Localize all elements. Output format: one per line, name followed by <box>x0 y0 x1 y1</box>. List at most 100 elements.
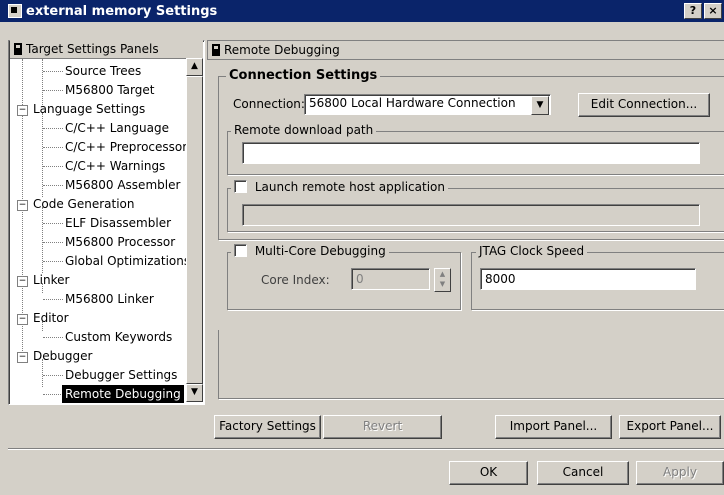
window-menu-icon[interactable] <box>8 4 22 18</box>
launch-host-label: Launch remote host application <box>254 180 445 194</box>
import-panel-button[interactable]: Import Panel... <box>495 415 612 439</box>
download-path-title: Remote download path <box>231 123 377 137</box>
tree-line <box>43 71 63 72</box>
tree-item-label: M56800 Linker <box>65 292 154 306</box>
export-panel-button[interactable]: Export Panel... <box>619 415 721 439</box>
tree-item-label: Editor <box>33 311 69 325</box>
panel-icon <box>14 43 22 55</box>
collapse-editor-icon[interactable]: − <box>17 314 28 325</box>
scroll-thumb[interactable] <box>186 76 203 384</box>
tree-line <box>43 375 63 376</box>
factory-settings-button[interactable]: Factory Settings <box>214 415 321 439</box>
tree-item-label: Global Optimizations <box>65 254 191 268</box>
tree-line <box>43 337 63 338</box>
tree-item-debugger-settings[interactable]: Debugger Settings <box>65 366 177 384</box>
tree-line <box>42 207 43 273</box>
tree-line <box>43 90 63 91</box>
tree-item-label: C/C++ Language <box>65 121 169 135</box>
multicore-checkbox[interactable] <box>234 244 247 257</box>
content-border <box>218 330 724 399</box>
connection-label: Connection: <box>233 97 305 111</box>
tree-item-m56800-processor[interactable]: M56800 Processor <box>65 233 175 251</box>
tree-line <box>43 185 63 186</box>
tree-item-m56800-assembler[interactable]: M56800 Assembler <box>65 176 180 194</box>
tree-item-label: Language Settings <box>33 102 146 116</box>
collapse-code-generation-icon[interactable]: − <box>17 200 28 211</box>
tree-item-editor[interactable]: Editor <box>33 309 69 327</box>
tree-line <box>43 242 63 243</box>
panel-icon <box>212 44 220 56</box>
cancel-button[interactable]: Cancel <box>537 461 629 485</box>
tree-item-c-cpp-warnings[interactable]: C/C++ Warnings <box>65 157 165 175</box>
close-button[interactable]: × <box>704 3 722 19</box>
tree-item-debugger[interactable]: Debugger <box>33 347 92 365</box>
tree-item-label: Custom Keywords <box>65 330 173 344</box>
jtag-clock-input[interactable]: 8000 <box>480 268 696 290</box>
tree-line <box>43 147 63 148</box>
scroll-down-icon[interactable]: ▼ <box>186 384 203 402</box>
tree-line <box>43 223 63 224</box>
apply-button[interactable]: Apply <box>636 461 724 485</box>
tree-item-label: C/C++ Warnings <box>65 159 166 173</box>
connection-settings-title: Connection Settings <box>226 68 381 83</box>
launch-host-input <box>242 204 700 226</box>
scroll-up-icon[interactable]: ▲ <box>186 58 203 76</box>
tree-item-label: M56800 Assembler <box>65 178 181 192</box>
chevron-down-icon[interactable]: ▼ <box>531 96 549 115</box>
ok-button[interactable]: OK <box>449 461 528 485</box>
launch-host-checkbox[interactable] <box>234 180 247 193</box>
tree-item-label: ELF Disassembler <box>65 216 172 230</box>
settings-tree-panel: Target Settings Panels Source Trees M568… <box>8 40 205 405</box>
tree-item-global-optimizations[interactable]: Global Optimizations <box>65 252 190 270</box>
collapse-debugger-icon[interactable]: − <box>17 352 28 363</box>
core-index-spinner-icon: ▲ ▼ <box>434 268 451 292</box>
tree-item-label: Remote Debugging <box>65 387 181 401</box>
content-header: Remote Debugging <box>207 40 724 60</box>
tree-scrollbar[interactable]: ▲ ▼ <box>186 58 203 402</box>
multicore-label: Multi-Core Debugging <box>254 244 386 258</box>
tree-header: Target Settings Panels <box>10 40 203 59</box>
tree-item-label: Code Generation <box>33 197 135 211</box>
download-path-input[interactable] <box>242 142 700 164</box>
collapse-linker-icon[interactable]: − <box>17 276 28 287</box>
launch-host-title: Launch remote host application <box>231 180 448 194</box>
tree-item-label: C/C++ Preprocessor <box>65 140 188 154</box>
settings-content-panel: Remote Debugging Connection Settings Con… <box>207 40 724 400</box>
revert-button[interactable]: Revert <box>323 415 442 439</box>
tree-item-label: Linker <box>33 273 70 287</box>
separator <box>8 448 724 450</box>
title-bar: external memory Settings ? × <box>0 0 724 22</box>
window-title: external memory Settings <box>26 3 218 19</box>
edit-connection-button[interactable]: Edit Connection... <box>578 93 710 117</box>
tree-item-m56800-target[interactable]: M56800 Target <box>65 81 154 99</box>
tree-item-custom-keywords[interactable]: Custom Keywords <box>65 328 172 346</box>
tree-item-label: Debugger <box>33 349 93 363</box>
content-header-label: Remote Debugging <box>224 43 340 57</box>
tree-line <box>43 128 63 129</box>
tree-line <box>43 261 63 262</box>
tree-item-code-generation[interactable]: Code Generation <box>33 195 134 213</box>
help-button[interactable]: ? <box>684 3 702 19</box>
collapse-language-settings-icon[interactable]: − <box>17 105 28 116</box>
tree-item-label: M56800 Target <box>65 83 155 97</box>
core-index-input: 0 <box>351 268 430 290</box>
tree-item-label: Debugger Settings <box>65 368 178 382</box>
tree-item-linker[interactable]: Linker <box>33 271 69 289</box>
tree-item-m56800-linker[interactable]: M56800 Linker <box>65 290 154 308</box>
tree-item-c-cpp-language[interactable]: C/C++ Language <box>65 119 169 137</box>
tree-item-source-trees[interactable]: Source Trees <box>65 62 141 80</box>
multicore-title: Multi-Core Debugging <box>231 244 389 258</box>
tree-line <box>43 299 63 300</box>
tree-line <box>43 166 63 167</box>
tree-line <box>42 59 43 105</box>
tree-header-label: Target Settings Panels <box>26 42 159 56</box>
core-index-label: Core Index: <box>261 273 330 287</box>
tree-item-language-settings[interactable]: Language Settings <box>33 100 145 118</box>
jtag-title: JTAG Clock Speed <box>476 244 588 258</box>
tree-item-c-cpp-preprocessor[interactable]: C/C++ Preprocessor <box>65 138 187 156</box>
tree-item-label: Source Trees <box>65 64 142 78</box>
tree-item-elf-disassembler[interactable]: ELF Disassembler <box>65 214 171 232</box>
tree-item-remote-debugging[interactable]: Remote Debugging <box>62 385 184 403</box>
tree-item-label: M56800 Processor <box>65 235 176 249</box>
connection-select[interactable]: 56800 Local Hardware Connection ▼ <box>304 94 551 115</box>
